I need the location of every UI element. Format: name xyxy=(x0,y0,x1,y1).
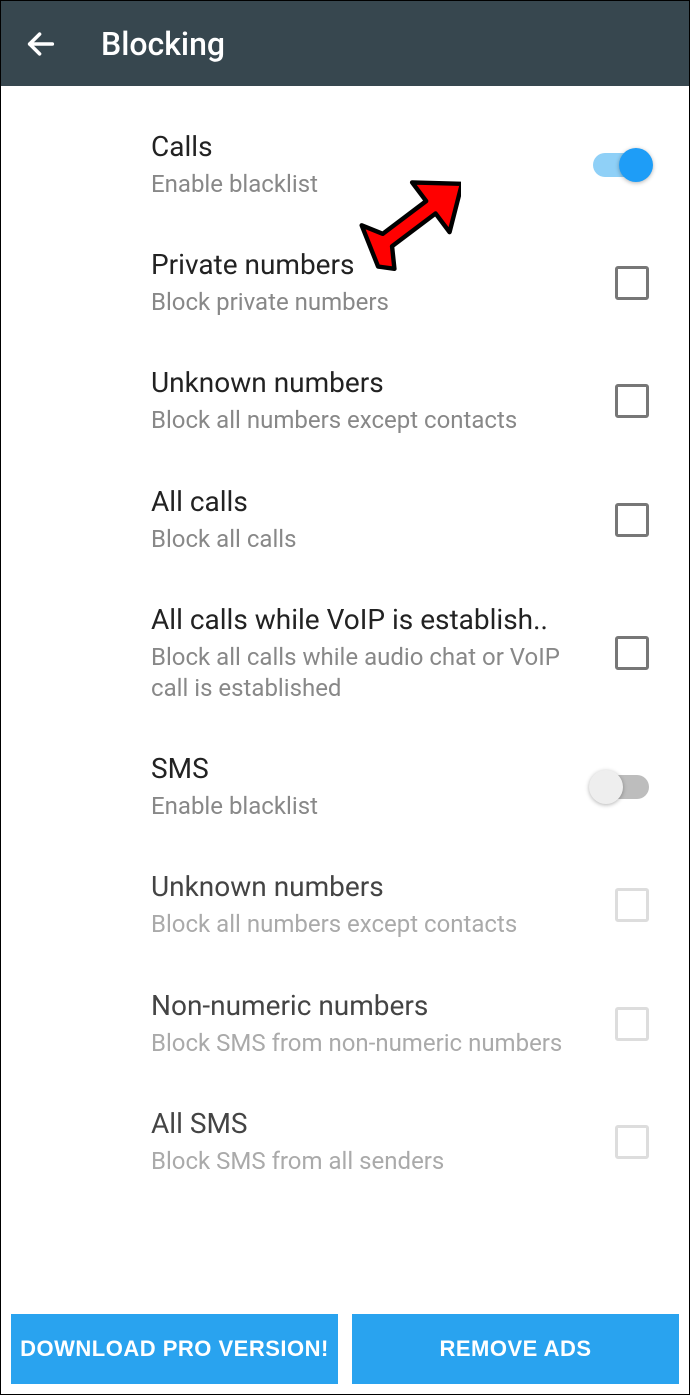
calls-toggle[interactable] xyxy=(593,153,649,177)
setting-title: Calls xyxy=(151,130,573,163)
setting-row-unknown-numbers[interactable]: Unknown numbers Block all numbers except… xyxy=(1,342,689,460)
page-title: Blocking xyxy=(101,25,225,63)
back-arrow-icon[interactable] xyxy=(21,24,61,64)
setting-title: All calls xyxy=(151,485,595,518)
setting-title: Unknown numbers xyxy=(151,366,595,399)
setting-title: Non-numeric numbers xyxy=(151,989,595,1022)
setting-row-all-calls[interactable]: All calls Block all calls xyxy=(1,461,689,579)
voip-calls-checkbox[interactable] xyxy=(615,636,649,670)
setting-subtitle: Block all calls while audio chat or VoIP… xyxy=(151,642,595,704)
setting-row-private-numbers[interactable]: Private numbers Block private numbers xyxy=(1,224,689,342)
screen: Blocking Calls Enable blacklist Private … xyxy=(0,0,690,1395)
setting-title: SMS xyxy=(151,752,573,785)
all-calls-checkbox[interactable] xyxy=(615,503,649,537)
setting-subtitle: Block private numbers xyxy=(151,287,595,318)
private-numbers-checkbox[interactable] xyxy=(615,266,649,300)
bottom-bar: DOWNLOAD PRO VERSION! REMOVE ADS xyxy=(1,1314,689,1394)
setting-subtitle: Block all calls xyxy=(151,524,595,555)
setting-title: All calls while VoIP is establish.. xyxy=(151,603,595,636)
setting-row-sms[interactable]: SMS Enable blacklist xyxy=(1,728,689,846)
all-sms-checkbox[interactable] xyxy=(615,1125,649,1159)
appbar: Blocking xyxy=(1,1,689,86)
setting-subtitle: Enable blacklist xyxy=(151,791,573,822)
settings-list: Calls Enable blacklist Private numbers B… xyxy=(1,86,689,1314)
setting-title: Private numbers xyxy=(151,248,595,281)
sms-unknown-checkbox[interactable] xyxy=(615,888,649,922)
setting-row-sms-nonnumeric[interactable]: Non-numeric numbers Block SMS from non-n… xyxy=(1,965,689,1083)
setting-title: Unknown numbers xyxy=(151,870,595,903)
setting-row-voip-calls[interactable]: All calls while VoIP is establish.. Bloc… xyxy=(1,579,689,728)
setting-title: All SMS xyxy=(151,1107,595,1140)
setting-subtitle: Block all numbers except contacts xyxy=(151,909,595,940)
sms-nonnumeric-checkbox[interactable] xyxy=(615,1007,649,1041)
setting-subtitle: Enable blacklist xyxy=(151,169,573,200)
setting-row-all-sms[interactable]: All SMS Block SMS from all senders xyxy=(1,1083,689,1201)
setting-subtitle: Block SMS from all senders xyxy=(151,1146,595,1177)
download-pro-button[interactable]: DOWNLOAD PRO VERSION! xyxy=(11,1314,338,1384)
setting-row-sms-unknown[interactable]: Unknown numbers Block all numbers except… xyxy=(1,846,689,964)
setting-row-calls[interactable]: Calls Enable blacklist xyxy=(1,106,689,224)
unknown-numbers-checkbox[interactable] xyxy=(615,384,649,418)
setting-subtitle: Block SMS from non-numeric numbers xyxy=(151,1028,595,1059)
sms-toggle[interactable] xyxy=(593,775,649,799)
remove-ads-button[interactable]: REMOVE ADS xyxy=(352,1314,679,1384)
setting-subtitle: Block all numbers except contacts xyxy=(151,405,595,436)
